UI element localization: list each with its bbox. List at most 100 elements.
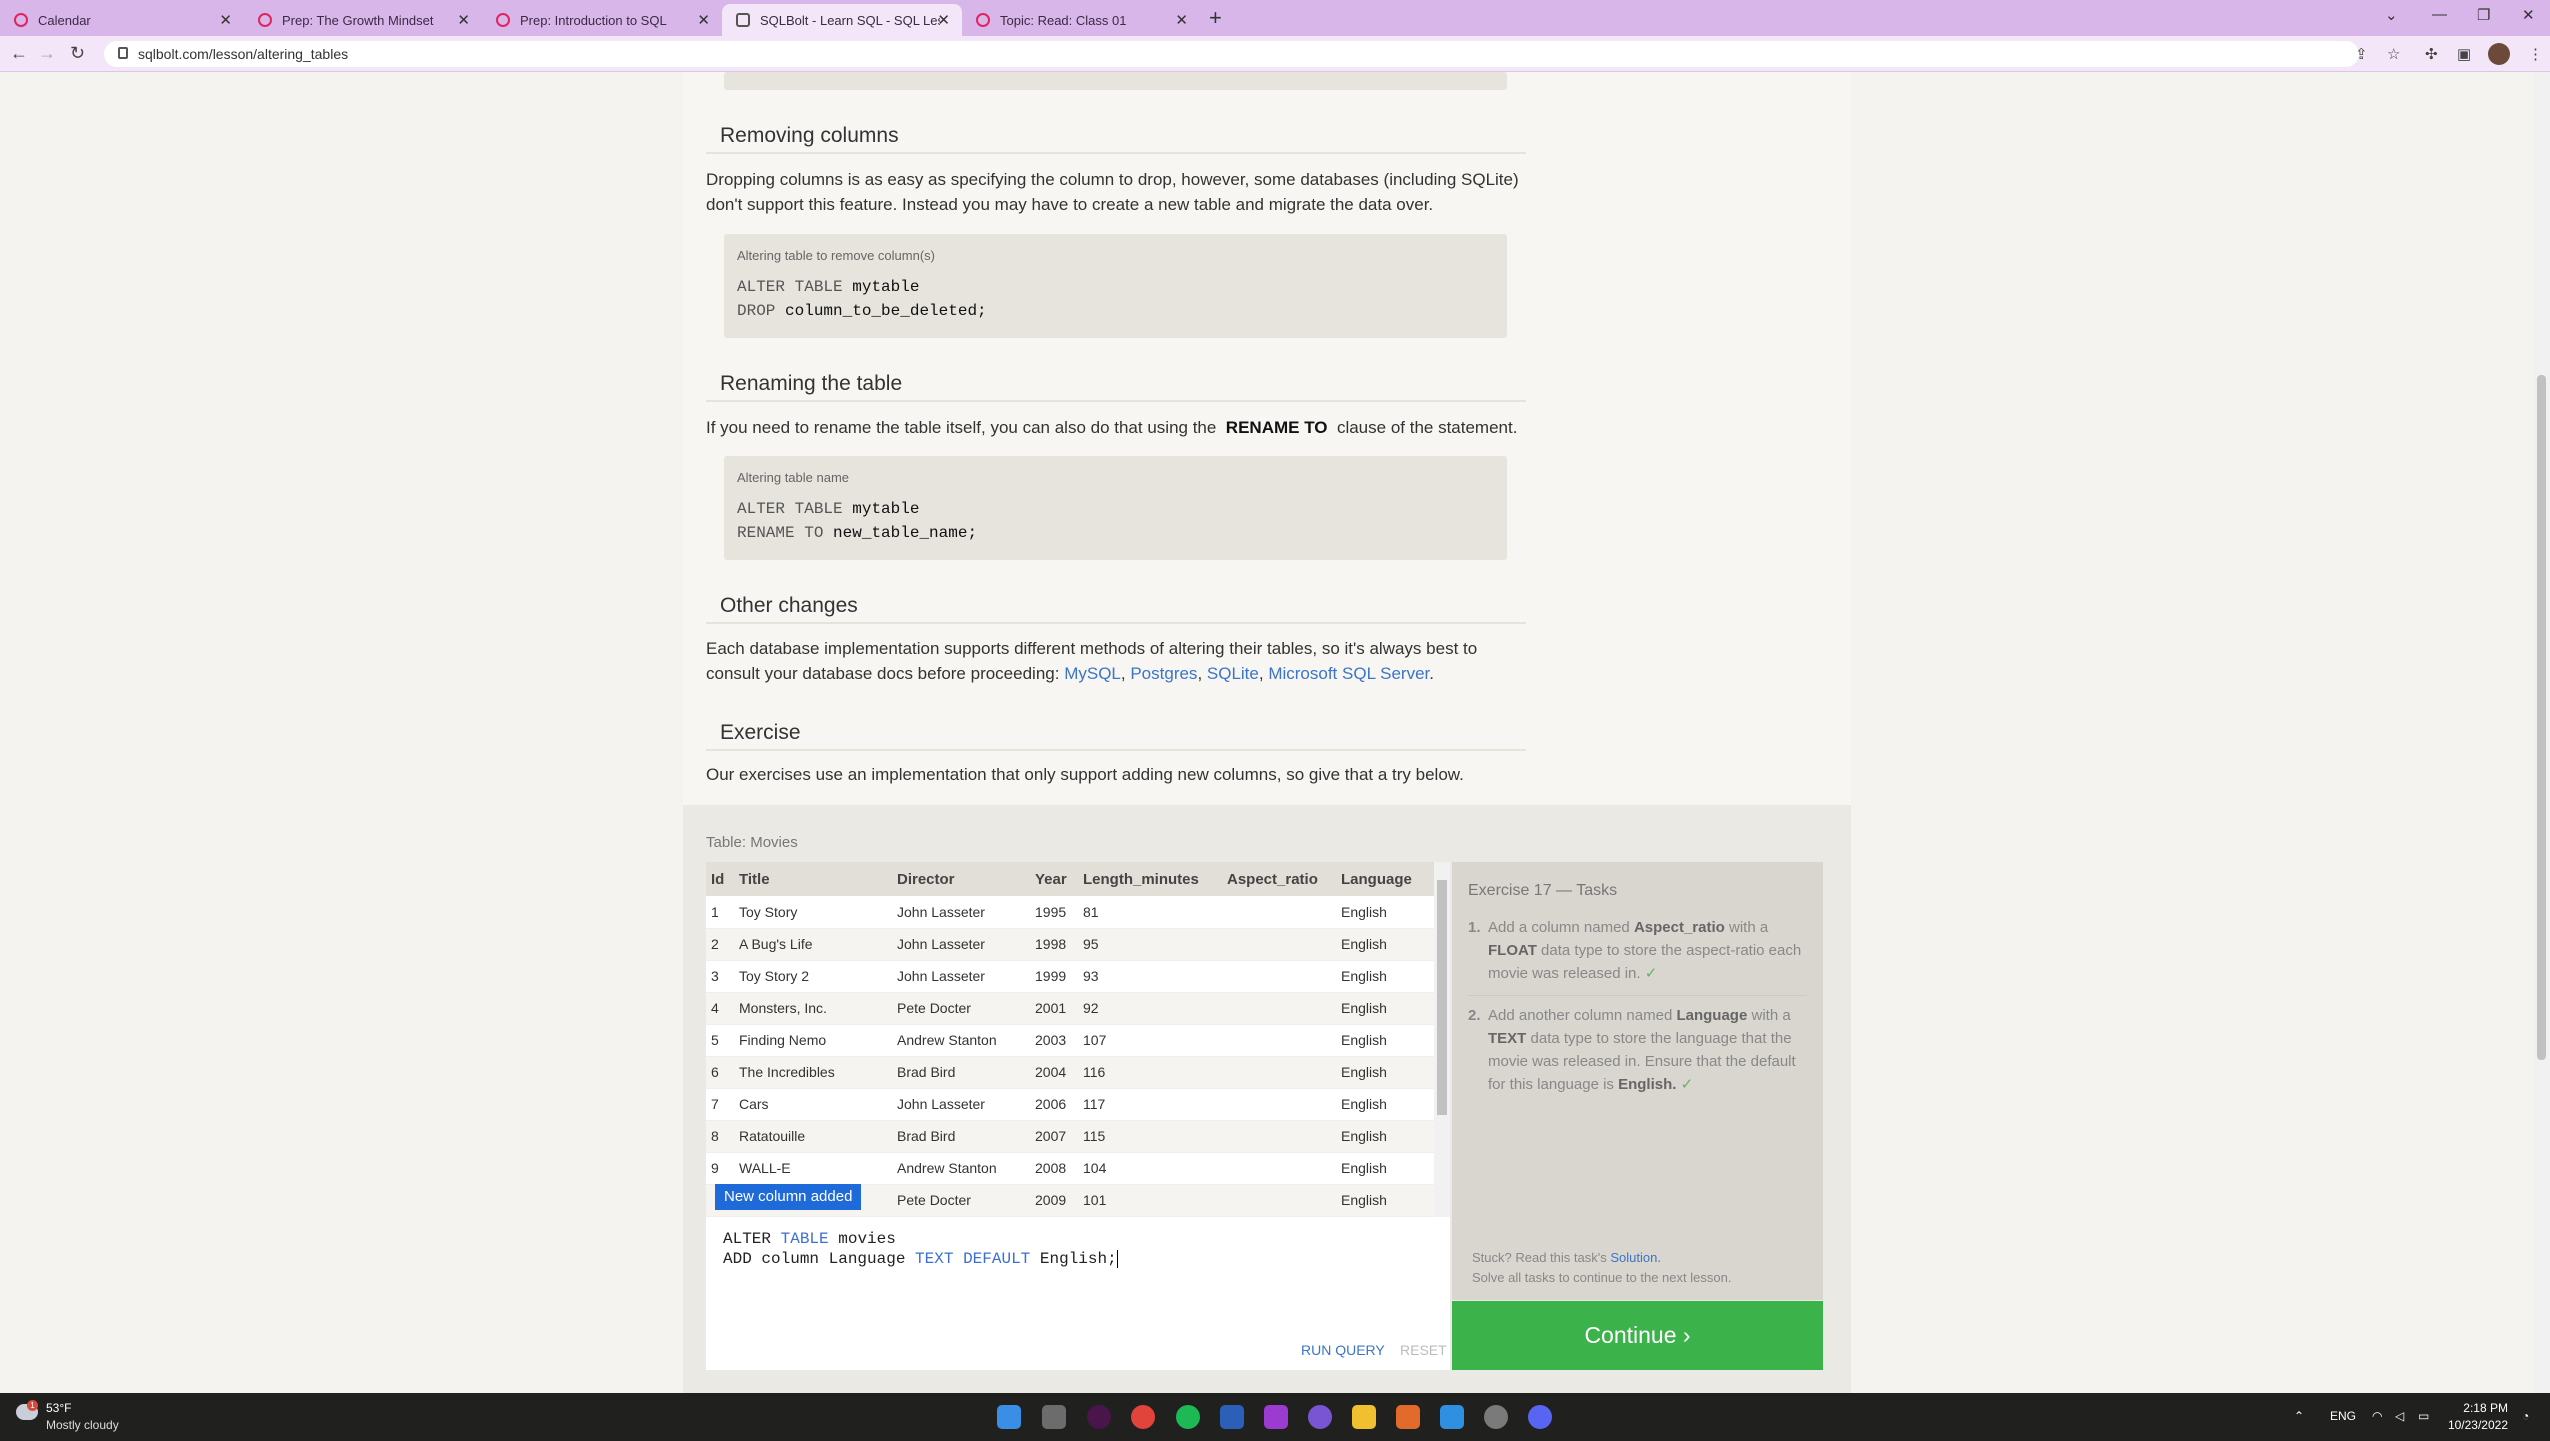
check-icon: ✓	[1644, 965, 1658, 982]
weather-condition[interactable]: Mostly cloudy	[46, 1418, 119, 1432]
editor-text: ADD column Language	[723, 1250, 906, 1268]
profile-avatar[interactable]	[2488, 43, 2510, 65]
table-cell: 7	[706, 1088, 734, 1121]
lock-icon	[118, 47, 128, 59]
battery-icon[interactable]: ▭	[2418, 1409, 2429, 1423]
task-bold: FLOAT	[1488, 942, 1537, 959]
code-caption: Altering table name	[737, 470, 850, 485]
table-cell: 9	[706, 1152, 734, 1185]
close-icon[interactable]: ✕	[937, 11, 950, 29]
link-sqlite[interactable]: SQLite	[1207, 664, 1259, 683]
url-text[interactable]: sqlbolt.com/lesson/altering_tables	[138, 46, 348, 62]
table-cell: Brad Bird	[892, 1056, 1030, 1089]
table-cell: 1998	[1030, 928, 1078, 961]
minimize-icon[interactable]: —	[2432, 6, 2447, 23]
task-item: 2. Add another column named Language wit…	[1468, 1004, 1807, 1106]
editor-text: ALTER	[723, 1230, 772, 1248]
page-scrollbar-thumb[interactable]	[2537, 375, 2546, 1060]
table-name: Table: Movies	[706, 834, 798, 851]
section-removing-columns: Removing columns	[706, 114, 1526, 154]
table-cell: Brad Bird	[892, 1120, 1030, 1153]
link-sql-server[interactable]: Microsoft SQL Server	[1268, 664, 1429, 683]
table-cell	[1222, 960, 1336, 993]
start-icon[interactable]	[997, 1405, 1021, 1429]
section-renaming-table: Renaming the table	[706, 362, 1526, 402]
app-icon[interactable]	[1396, 1405, 1420, 1429]
task-view-icon[interactable]	[1042, 1405, 1066, 1429]
table-cell: John Lasseter	[892, 896, 1030, 929]
close-window-icon[interactable]: ✕	[2522, 6, 2535, 24]
link-mysql[interactable]: MySQL	[1064, 664, 1121, 683]
chrome-icon[interactable]	[1131, 1405, 1155, 1429]
table-cell: English	[1336, 1152, 1434, 1185]
code-keyword: DROP	[737, 302, 776, 320]
tab-topic-read[interactable]: Topic: Read: Class 01 ✕	[962, 4, 1200, 36]
spotify-icon[interactable]	[1176, 1405, 1200, 1429]
solution-link[interactable]: Solution.	[1610, 1250, 1661, 1265]
code-value: new_table_name;	[833, 524, 978, 542]
extensions-icon[interactable]: ✣	[2425, 45, 2438, 63]
jetbrains-icon[interactable]	[1264, 1405, 1288, 1429]
file-explorer-icon[interactable]	[1352, 1405, 1376, 1429]
column-header: Length_minutes	[1078, 862, 1222, 896]
column-header: Year	[1030, 862, 1078, 896]
task-text: Add a column named	[1488, 919, 1630, 936]
table-cell: John Lasseter	[892, 928, 1030, 961]
code-block-drop: Altering table to remove column(s) ALTER…	[724, 234, 1507, 338]
tab-growth-mindset[interactable]: Prep: The Growth Mindset ✕	[244, 4, 482, 36]
solve-text: Solve all tasks to continue to the next …	[1472, 1270, 1732, 1285]
tab-calendar[interactable]: Calendar ✕	[0, 4, 244, 36]
close-icon[interactable]: ✕	[1175, 11, 1188, 29]
back-icon[interactable]: ←	[10, 43, 28, 64]
notification-icon[interactable]: ◔	[2522, 1409, 2529, 1423]
github-icon[interactable]	[1308, 1405, 1332, 1429]
table-cell: 81	[1078, 896, 1222, 929]
table-cell: English	[1336, 896, 1434, 929]
table-scrollbar-thumb[interactable]	[1437, 880, 1447, 1115]
link-postgres[interactable]: Postgres	[1130, 664, 1197, 683]
table-cell: A Bug's Life	[734, 928, 892, 961]
clock[interactable]: 2:18 PM 10/23/2022	[2440, 1400, 2508, 1434]
wifi-icon[interactable]: ◠	[2372, 1409, 2382, 1423]
tab-search-icon[interactable]: ⌄	[2385, 6, 2398, 24]
new-tab-button[interactable]: +	[1209, 5, 1222, 31]
weather-temp[interactable]: 53°F	[46, 1401, 71, 1415]
restore-icon[interactable]: ❐	[2477, 6, 2490, 24]
tab-favicon	[736, 13, 750, 27]
run-query-button[interactable]: RUN QUERY	[1301, 1342, 1385, 1358]
table-cell: English	[1336, 960, 1434, 993]
volume-icon[interactable]: ◁	[2395, 1409, 2404, 1423]
side-panel-icon[interactable]: ▣	[2457, 45, 2471, 63]
reset-button[interactable]: RESET	[1400, 1342, 1447, 1358]
discord-icon[interactable]	[1528, 1405, 1552, 1429]
table-cell	[1222, 992, 1336, 1025]
continue-button[interactable]: Continue ›	[1452, 1301, 1823, 1370]
table-cell	[1222, 896, 1336, 929]
close-icon[interactable]: ✕	[697, 11, 710, 29]
forward-icon[interactable]: →	[38, 43, 56, 64]
menu-icon[interactable]: ⋮	[2528, 45, 2543, 63]
share-icon[interactable]: ⇪	[2355, 45, 2368, 63]
table-cell: 2	[706, 928, 734, 961]
word-icon[interactable]	[1220, 1405, 1244, 1429]
close-icon[interactable]: ✕	[457, 11, 470, 29]
close-icon[interactable]: ✕	[219, 11, 232, 29]
table-row: 6 The Incredibles Brad Bird 2004 116 English	[706, 1056, 1434, 1089]
column-header: Language	[1336, 862, 1434, 896]
address-bar[interactable]: sqlbolt.com/lesson/altering_tables	[104, 41, 2359, 67]
task-bold: Language	[1676, 1007, 1748, 1024]
tab-intro-sql[interactable]: Prep: Introduction to SQL ✕	[482, 4, 722, 36]
chevron-up-icon[interactable]: ⌃	[2294, 1409, 2304, 1423]
tab-label: Prep: The Growth Mindset	[282, 12, 434, 28]
slack-icon[interactable]	[1087, 1405, 1111, 1429]
code-keyword: ALTER TABLE	[737, 278, 843, 296]
tasks-title: Exercise 17 — Tasks	[1468, 882, 1618, 899]
stuck-hint: Stuck? Read this task's Solution. Solve …	[1472, 1248, 1731, 1288]
language-indicator[interactable]: ENG	[2330, 1409, 2356, 1423]
reload-icon[interactable]: ↻	[70, 43, 85, 64]
table-cell: 2006	[1030, 1088, 1078, 1121]
tab-sqlbolt[interactable]: SQLBolt - Learn SQL - SQL Lesson ✕	[722, 4, 962, 36]
bookmark-star-icon[interactable]: ☆	[2387, 45, 2400, 63]
settings-gear-icon[interactable]	[1484, 1405, 1508, 1429]
photos-icon[interactable]	[1440, 1405, 1464, 1429]
